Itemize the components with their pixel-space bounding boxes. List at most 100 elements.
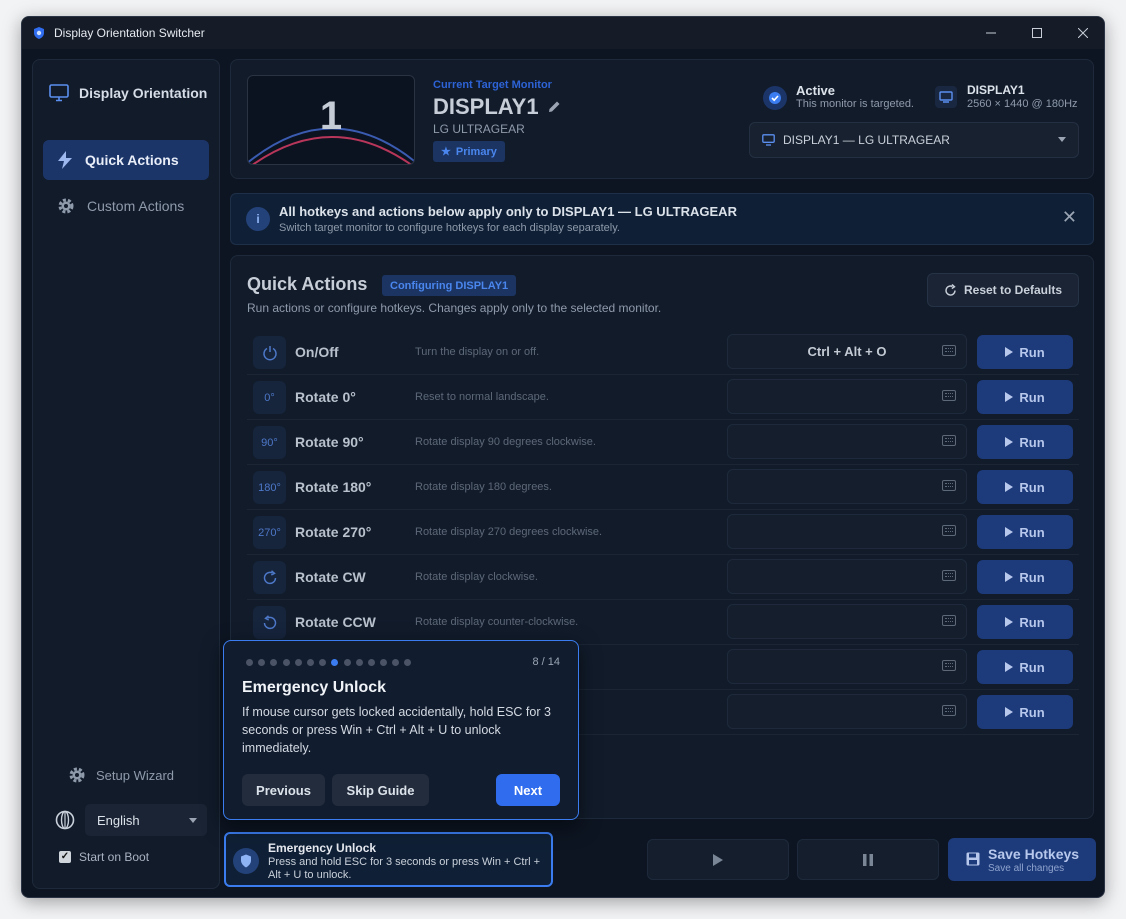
sidebar-item-quick-actions[interactable]: Quick Actions: [43, 140, 209, 180]
play-icon: [1005, 347, 1014, 357]
hotkey-input[interactable]: [727, 649, 967, 684]
guide-previous-button[interactable]: Previous: [242, 774, 325, 806]
save-disk-icon: [966, 852, 980, 866]
progress-dot: [294, 659, 302, 666]
reset-defaults-button[interactable]: Reset to Defaults: [927, 273, 1079, 307]
run-button[interactable]: Run: [977, 380, 1073, 414]
start-on-boot-label: Start on Boot: [79, 850, 150, 864]
sidebar: Display Orientation Quick Actions Custom…: [32, 59, 220, 889]
monitor-card: 1 Current Target Monitor DISPLAY1 LG ULT…: [230, 59, 1094, 179]
keyboard-icon: [942, 345, 956, 356]
progress-dot: [392, 659, 400, 666]
run-label: Run: [1019, 479, 1045, 495]
action-description: Rotate display clockwise.: [415, 571, 538, 583]
action-row: Rotate CW Rotate display clockwise. Run: [247, 555, 1079, 600]
progress-dot: [331, 659, 339, 666]
keyboard-icon: [942, 615, 956, 626]
hotkey-input[interactable]: Ctrl + Alt + O: [727, 334, 967, 369]
hotkey-input[interactable]: [727, 514, 967, 549]
language-select[interactable]: English: [85, 804, 207, 836]
power-icon: [253, 336, 286, 369]
run-button[interactable]: Run: [977, 605, 1073, 639]
current-target-label: Current Target Monitor: [433, 79, 552, 91]
run-button[interactable]: Run: [977, 650, 1073, 684]
display-name: DISPLAY1: [967, 83, 1025, 97]
primary-badge: ★ Primary: [433, 141, 505, 162]
guide-next-button[interactable]: Next: [496, 774, 560, 806]
hotkey-input[interactable]: [727, 469, 967, 504]
emergency-title: Emergency Unlock: [268, 841, 377, 855]
action-name: On/Off: [295, 344, 339, 360]
hotkey-input[interactable]: [727, 604, 967, 639]
language-row: English: [55, 804, 207, 836]
minimize-button[interactable]: [968, 17, 1014, 49]
run-button[interactable]: Run: [977, 425, 1073, 459]
maximize-button[interactable]: [1014, 17, 1060, 49]
action-description: Rotate display 180 degrees.: [415, 481, 552, 493]
keyboard-icon: [942, 390, 956, 401]
run-button[interactable]: Run: [977, 515, 1073, 549]
monitor-name: DISPLAY1: [433, 94, 539, 119]
run-label: Run: [1019, 389, 1045, 405]
banner-title: All hotkeys and actions below apply only…: [279, 204, 737, 219]
degree-badge-icon: 270°: [253, 516, 286, 549]
gear-icon: [69, 767, 85, 783]
app-shield-icon: [34, 27, 44, 39]
run-button[interactable]: Run: [977, 560, 1073, 594]
start-on-boot-checkbox[interactable]: ✓: [59, 851, 71, 863]
sidebar-item-custom-actions[interactable]: Custom Actions: [43, 186, 209, 226]
edit-pencil-icon[interactable]: [547, 100, 561, 114]
banner-close-icon[interactable]: ✕: [1062, 208, 1077, 226]
play-icon: [1005, 662, 1014, 672]
play-icon: [1005, 707, 1014, 717]
play-icon: [1005, 437, 1014, 447]
progress-dot: [282, 659, 290, 666]
progress-dot: [319, 659, 327, 666]
hotkey-input[interactable]: [727, 424, 967, 459]
action-row: 180° Rotate 180° Rotate display 180 degree…: [247, 465, 1079, 510]
save-hotkeys-label: Save Hotkeys: [988, 846, 1080, 862]
action-row: 90° Rotate 90° Rotate display 90 degrees c…: [247, 420, 1079, 465]
pause-button[interactable]: [797, 839, 939, 880]
run-label: Run: [1019, 569, 1045, 585]
run-label: Run: [1019, 704, 1045, 720]
play-icon: [1005, 482, 1014, 492]
info-banner: i All hotkeys and actions below apply on…: [230, 193, 1094, 245]
guide-skip-button[interactable]: Skip Guide: [332, 774, 429, 806]
progress-dot: [404, 659, 412, 666]
shield-icon: [233, 848, 259, 874]
display-spec: 2560 × 1440 @ 180Hz: [967, 98, 1078, 110]
hotkey-input[interactable]: [727, 559, 967, 594]
run-label: Run: [1019, 659, 1045, 675]
primary-badge-label: Primary: [455, 145, 497, 158]
quick-actions-title: Quick Actions: [247, 274, 368, 294]
progress-dot: [343, 659, 351, 666]
monitor-select[interactable]: DISPLAY1 — LG ULTRAGEAR: [749, 122, 1079, 158]
action-row: On/Off Turn the display on or off. Ctrl + …: [247, 330, 1079, 375]
action-description: Rotate display 90 degrees clockwise.: [415, 436, 596, 448]
run-label: Run: [1019, 524, 1045, 540]
hotkey-input[interactable]: [727, 694, 967, 729]
save-hotkeys-button[interactable]: Save Hotkeys Save all changes: [948, 838, 1096, 881]
degree-badge-icon: 180°: [253, 471, 286, 504]
play-icon: [1005, 527, 1014, 537]
progress-dot: [380, 659, 388, 666]
status-subtitle: This monitor is targeted.: [796, 98, 914, 110]
close-button[interactable]: [1060, 17, 1104, 49]
keyboard-icon: [942, 525, 956, 536]
status-title: Active: [796, 83, 836, 98]
keyboard-icon: [942, 570, 956, 581]
sidebar-item-label: Custom Actions: [87, 198, 185, 214]
run-button[interactable]: Run: [977, 335, 1073, 369]
run-button[interactable]: Run: [977, 695, 1073, 729]
keyboard-icon: [942, 435, 956, 446]
play-button[interactable]: [647, 839, 789, 880]
emergency-unlock-notice: Emergency Unlock Press and hold ESC for …: [224, 832, 553, 887]
sidebar-header: Display Orientation: [49, 84, 207, 102]
hotkey-input[interactable]: [727, 379, 967, 414]
emergency-text: Press and hold ESC for 3 seconds or pres…: [268, 856, 541, 881]
chevron-down-icon: [1058, 137, 1066, 142]
keyboard-icon: [942, 480, 956, 491]
run-button[interactable]: Run: [977, 470, 1073, 504]
setup-wizard-button[interactable]: Setup Wizard: [68, 766, 174, 784]
